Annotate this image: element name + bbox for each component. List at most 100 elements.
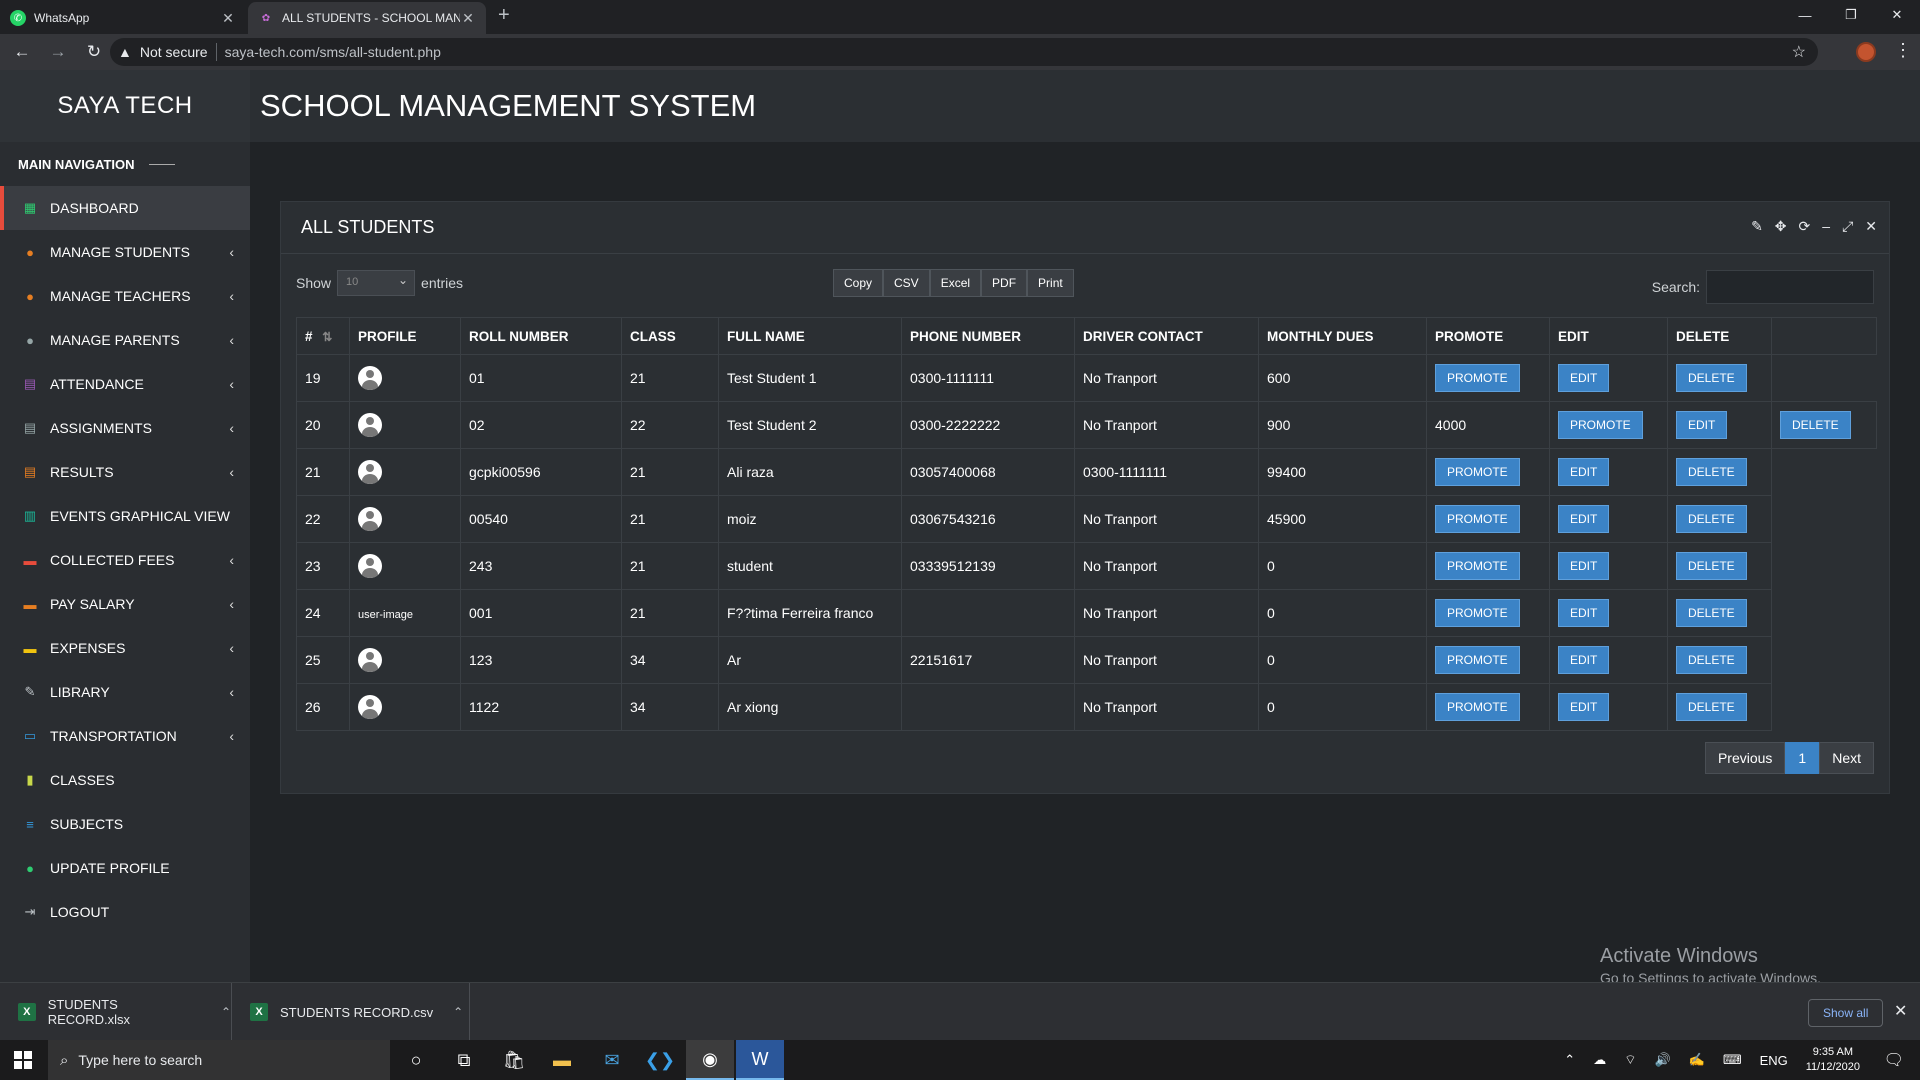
windows-start-icon[interactable] <box>14 1051 32 1069</box>
col-header-profile[interactable]: PROFILE <box>349 317 461 355</box>
move-icon[interactable]: ✥ <box>1775 218 1787 235</box>
chevron-up-icon[interactable]: ⌃ <box>453 1005 463 1019</box>
search-input[interactable] <box>1706 270 1874 304</box>
profile-avatar[interactable] <box>1856 42 1876 62</box>
new-tab-button[interactable]: + <box>498 4 510 27</box>
delete-button[interactable]: DELETE <box>1676 646 1747 674</box>
download-item[interactable]: X STUDENTS RECORD.csv ⌃ <box>232 983 470 1041</box>
col-header-roll[interactable]: ROLL NUMBER <box>460 317 622 355</box>
expand-icon[interactable]: ⤢ <box>1842 218 1853 235</box>
delete-button[interactable]: DELETE <box>1676 505 1747 533</box>
delete-button[interactable]: DELETE <box>1676 364 1747 392</box>
promote-button[interactable]: PROMOTE <box>1435 599 1520 627</box>
csv-button[interactable]: CSV <box>883 269 930 297</box>
sidebar-item-transportation[interactable]: ▭ TRANSPORTATION ‹ <box>0 714 250 758</box>
network-icon[interactable]: ⌔ <box>1624 1052 1636 1068</box>
close-icon[interactable]: ✕ <box>220 10 236 27</box>
cortana-icon[interactable]: ○ <box>392 1040 440 1080</box>
promote-button[interactable]: PROMOTE <box>1435 552 1520 580</box>
sidebar-item-classes[interactable]: ▮ CLASSES <box>0 758 250 802</box>
minimize-icon[interactable]: — <box>1782 0 1828 30</box>
sidebar-item-pay-salary[interactable]: ▬ PAY SALARY ‹ <box>0 582 250 626</box>
sidebar-item-update-profile[interactable]: ● UPDATE PROFILE <box>0 846 250 890</box>
tab-all-students[interactable]: ✿ ALL STUDENTS - SCHOOL MANA ✕ <box>248 2 486 34</box>
download-item[interactable]: X STUDENTS RECORD.xlsx ⌃ <box>0 983 232 1041</box>
next-button[interactable]: Next <box>1819 742 1874 774</box>
back-icon[interactable]: ← <box>8 42 36 62</box>
sort-icon[interactable]: ⇅ <box>322 330 332 344</box>
sidebar-item-expenses[interactable]: ▬ EXPENSES ‹ <box>0 626 250 670</box>
delete-button[interactable]: DELETE <box>1676 599 1747 627</box>
delete-button[interactable]: DELETE <box>1676 693 1747 721</box>
mail-icon[interactable]: ✉ <box>588 1040 636 1080</box>
sidebar-item-subjects[interactable]: ≡ SUBJECTS <box>0 802 250 846</box>
promote-button[interactable]: PROMOTE <box>1435 693 1520 721</box>
delete-button[interactable]: DELETE <box>1676 458 1747 486</box>
show-all-button[interactable]: Show all <box>1808 999 1884 1027</box>
restore-icon[interactable]: ❐ <box>1828 0 1874 30</box>
brand-logo[interactable]: SAYA TECH <box>0 70 250 142</box>
print-button[interactable]: Print <box>1027 269 1074 297</box>
edit-button[interactable]: EDIT <box>1558 505 1610 533</box>
language-indicator[interactable]: ENG <box>1760 1053 1788 1068</box>
delete-button[interactable]: DELETE <box>1780 411 1851 439</box>
sidebar-item-assignments[interactable]: ▤ ASSIGNMENTS ‹ <box>0 406 250 450</box>
promote-button[interactable]: PROMOTE <box>1558 411 1643 439</box>
col-header-edit[interactable]: EDIT <box>1549 317 1668 355</box>
col-header-phone[interactable]: PHONE NUMBER <box>901 317 1075 355</box>
chrome-icon[interactable]: ◉ <box>686 1040 734 1080</box>
collapse-icon[interactable]: – <box>1822 218 1830 235</box>
col-header-driver[interactable]: DRIVER CONTACT <box>1074 317 1259 355</box>
taskbar-search[interactable]: ⌕ Type here to search <box>48 1040 390 1080</box>
clock[interactable]: 9:35 AM 11/12/2020 <box>1806 1045 1860 1075</box>
sidebar-item-library[interactable]: ✎ LIBRARY ‹ <box>0 670 250 714</box>
onedrive-icon[interactable]: ☁ <box>1593 1052 1606 1068</box>
close-icon[interactable]: ✕ <box>1894 1001 1907 1021</box>
sidebar-item-dashboard[interactable]: ▦ DASHBOARD <box>0 186 250 230</box>
page-1-button[interactable]: 1 <box>1785 742 1820 774</box>
close-icon[interactable]: ✕ <box>460 10 476 27</box>
edit-button[interactable]: EDIT <box>1558 646 1610 674</box>
sidebar-item-collected-fees[interactable]: ▬ COLLECTED FEES ‹ <box>0 538 250 582</box>
delete-button[interactable]: DELETE <box>1676 552 1747 580</box>
pdf-button[interactable]: PDF <box>981 269 1028 297</box>
edit-button[interactable]: EDIT <box>1558 552 1610 580</box>
sidebar-item-manage-parents[interactable]: ● MANAGE PARENTS ‹ <box>0 318 250 362</box>
tab-whatsapp[interactable]: ✆ WhatsApp ✕ <box>0 2 246 34</box>
edit-button[interactable]: EDIT <box>1558 599 1610 627</box>
copy-button[interactable]: Copy <box>833 269 884 297</box>
col-header-dues[interactable]: MONTHLY DUES <box>1258 317 1427 355</box>
forward-icon[interactable]: → <box>44 42 72 62</box>
vscode-icon[interactable]: ❮❯ <box>636 1040 684 1080</box>
col-header-name[interactable]: FULL NAME <box>718 317 902 355</box>
col-header-promote[interactable]: PROMOTE <box>1426 317 1550 355</box>
keyboard-icon[interactable]: ⌨ <box>1723 1052 1742 1068</box>
promote-button[interactable]: PROMOTE <box>1435 364 1520 392</box>
pen-icon[interactable]: ✍ <box>1689 1052 1705 1068</box>
task-view-icon[interactable]: ⧉ <box>440 1040 488 1080</box>
edit-button[interactable]: EDIT <box>1558 364 1610 392</box>
previous-button[interactable]: Previous <box>1704 742 1786 774</box>
edit-button[interactable]: EDIT <box>1676 411 1728 439</box>
address-bar[interactable]: ▲ Not secure saya-tech.com/sms/all-stude… <box>110 38 1818 66</box>
edit-button[interactable]: EDIT <box>1558 693 1610 721</box>
refresh-icon[interactable]: ⟳ <box>1799 218 1811 235</box>
sidebar-item-logout[interactable]: ⇥ LOGOUT <box>0 890 250 934</box>
menu-kebab-icon[interactable]: ⋮ <box>1894 40 1912 61</box>
sidebar-item-attendance[interactable]: ▤ ATTENDANCE ‹ <box>0 362 250 406</box>
promote-button[interactable]: PROMOTE <box>1435 505 1520 533</box>
promote-button[interactable]: PROMOTE <box>1435 646 1520 674</box>
sidebar-item-results[interactable]: ▤ RESULTS ‹ <box>0 450 250 494</box>
close-window-icon[interactable]: ✕ <box>1874 0 1920 30</box>
sidebar-item-manage-teachers[interactable]: ● MANAGE TEACHERS ‹ <box>0 274 250 318</box>
edit-icon[interactable]: ✎ <box>1751 218 1763 235</box>
bookmark-star-icon[interactable]: ☆ <box>1792 42 1806 62</box>
notification-icon[interactable]: 🗨 <box>1884 1050 1904 1070</box>
word-icon[interactable]: W <box>736 1040 784 1080</box>
close-icon[interactable]: ✕ <box>1865 218 1877 235</box>
store-icon[interactable]: 🛍 <box>490 1040 538 1080</box>
col-header-delete[interactable]: DELETE <box>1667 317 1772 355</box>
entries-select[interactable]: 10 <box>337 270 416 296</box>
promote-button[interactable]: PROMOTE <box>1435 458 1520 486</box>
col-header-class[interactable]: CLASS <box>621 317 719 355</box>
